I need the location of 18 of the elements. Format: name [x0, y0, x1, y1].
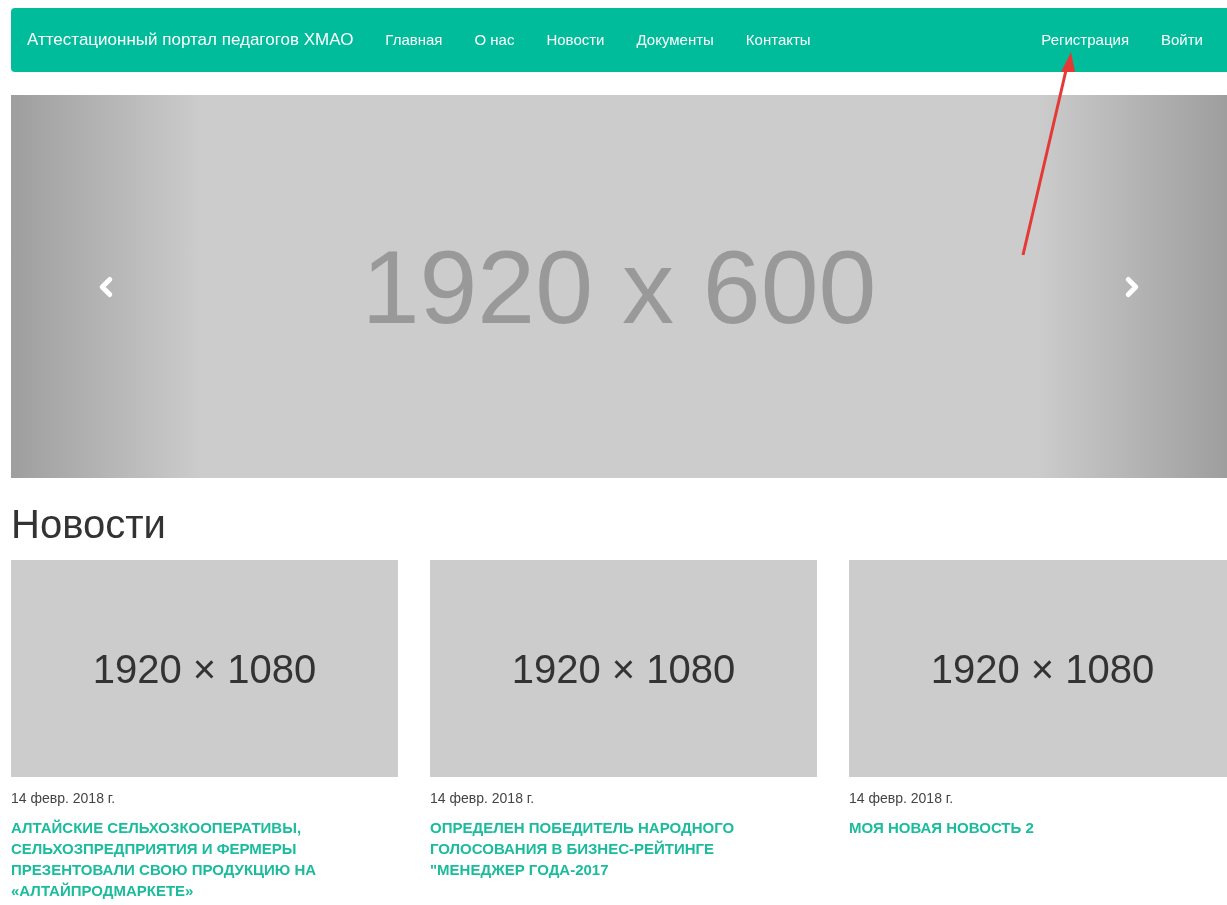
news-title-link[interactable]: АЛТАЙСКИЕ СЕЛЬХОЗКООПЕРАТИВЫ, СЕЛЬХОЗПРЕДПРИЯТИЯ И ФЕРМЕРЫ ПРЕЗЕНТОВАЛИ СВОЮ ПРОДУКЦИЮ НА «АЛТАЙПРОДМАРКЕТЕ»	[11, 817, 398, 901]
brand-link[interactable]: Аттестационный портал педагогов ХМАО	[27, 27, 354, 53]
nav-link[interactable]: Контакты	[729, 28, 827, 52]
section-heading: Новости	[11, 502, 167, 546]
nav-link[interactable]: Новости	[530, 28, 621, 52]
nav-link[interactable]: Главная	[369, 28, 459, 52]
placeholder-text: 1920 × 1080	[930, 645, 1155, 693]
placeholder-text: 1920 × 1080	[92, 645, 317, 693]
nav-link[interactable]: Документы	[620, 28, 730, 52]
nav-link[interactable]: Войти	[1145, 28, 1227, 52]
news-title-link[interactable]: ОПРЕДЕЛЕН ПОБЕДИТЕЛЬ НАРОДНОГО ГОЛОСОВАНИЯ В БИЗНЕС-РЕЙТИНГЕ "МЕНЕДЖЕР ГОДА-2017	[430, 817, 817, 880]
news-title-link[interactable]: МОЯ НОВАЯ НОВОСТЬ 2	[849, 817, 1227, 838]
placeholder-text: 1920 × 1080	[511, 645, 736, 693]
news-date: 14 февр. 2018 г.	[430, 789, 536, 807]
nav-link[interactable]: О нас	[458, 28, 531, 52]
news-date: 14 февр. 2018 г.	[849, 789, 955, 807]
nav-link[interactable]: Регистрация	[1025, 28, 1145, 52]
news-date: 14 февр. 2018 г.	[11, 789, 117, 807]
